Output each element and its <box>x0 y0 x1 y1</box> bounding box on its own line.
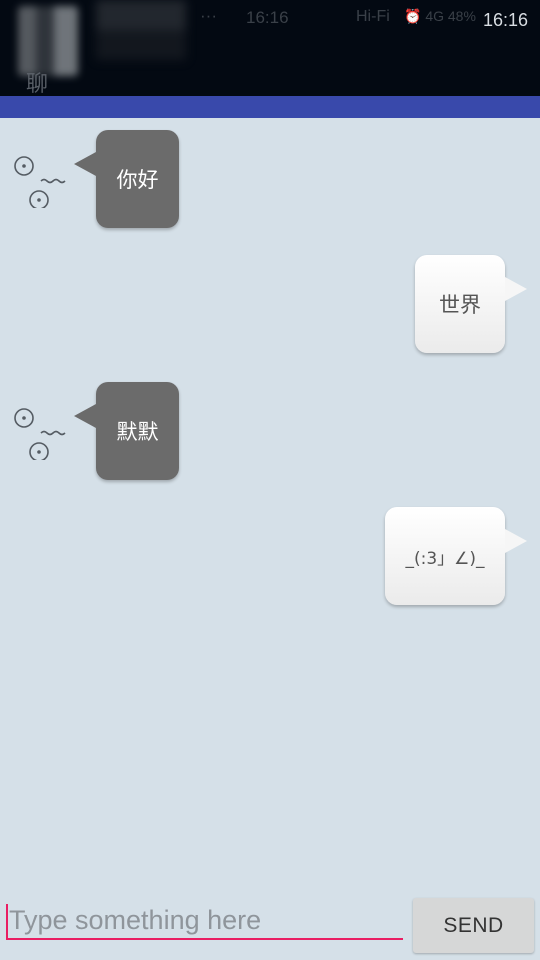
contact-avatar-icon <box>10 400 70 462</box>
chat-message-list[interactable]: 你好 世界 默默 _(:3」∠)_ <box>0 118 540 890</box>
status-dots: ··· <box>200 6 217 25</box>
app-bar <box>0 96 540 118</box>
status-bar: ··· 16:16 Hi-Fi ⏰ 4G 48% 16:16 聊 <box>0 0 540 97</box>
status-time-faded: 16:16 <box>246 8 289 27</box>
message-row: 世界 <box>0 245 540 353</box>
incoming-message-bubble[interactable]: 默默 <box>74 382 179 480</box>
message-input[interactable] <box>7 902 403 940</box>
message-text: _(:3」∠)_ <box>405 548 485 569</box>
status-time: 16:16 <box>482 10 528 30</box>
status-indicators: ⏰ 4G 48% <box>404 8 476 24</box>
message-compose-bar: SEND <box>0 890 540 960</box>
message-text: 默默 <box>116 420 159 444</box>
message-text: 你好 <box>116 168 159 192</box>
incoming-message-bubble[interactable]: 你好 <box>74 130 179 228</box>
message-row: _(:3」∠)_ <box>0 497 540 605</box>
contact-avatar-icon <box>10 148 70 210</box>
page-title: 聊 <box>26 72 49 97</box>
blurred-header-image <box>96 0 186 60</box>
network-label: Hi-Fi <box>356 8 390 25</box>
message-text: 世界 <box>439 293 481 317</box>
message-row: 默默 <box>0 372 540 480</box>
text-cursor <box>6 904 8 940</box>
outgoing-message-bubble[interactable]: _(:3」∠)_ <box>385 507 527 605</box>
message-row: 你好 <box>0 120 540 228</box>
outgoing-message-bubble[interactable]: 世界 <box>415 255 527 353</box>
send-button[interactable]: SEND <box>413 898 534 953</box>
